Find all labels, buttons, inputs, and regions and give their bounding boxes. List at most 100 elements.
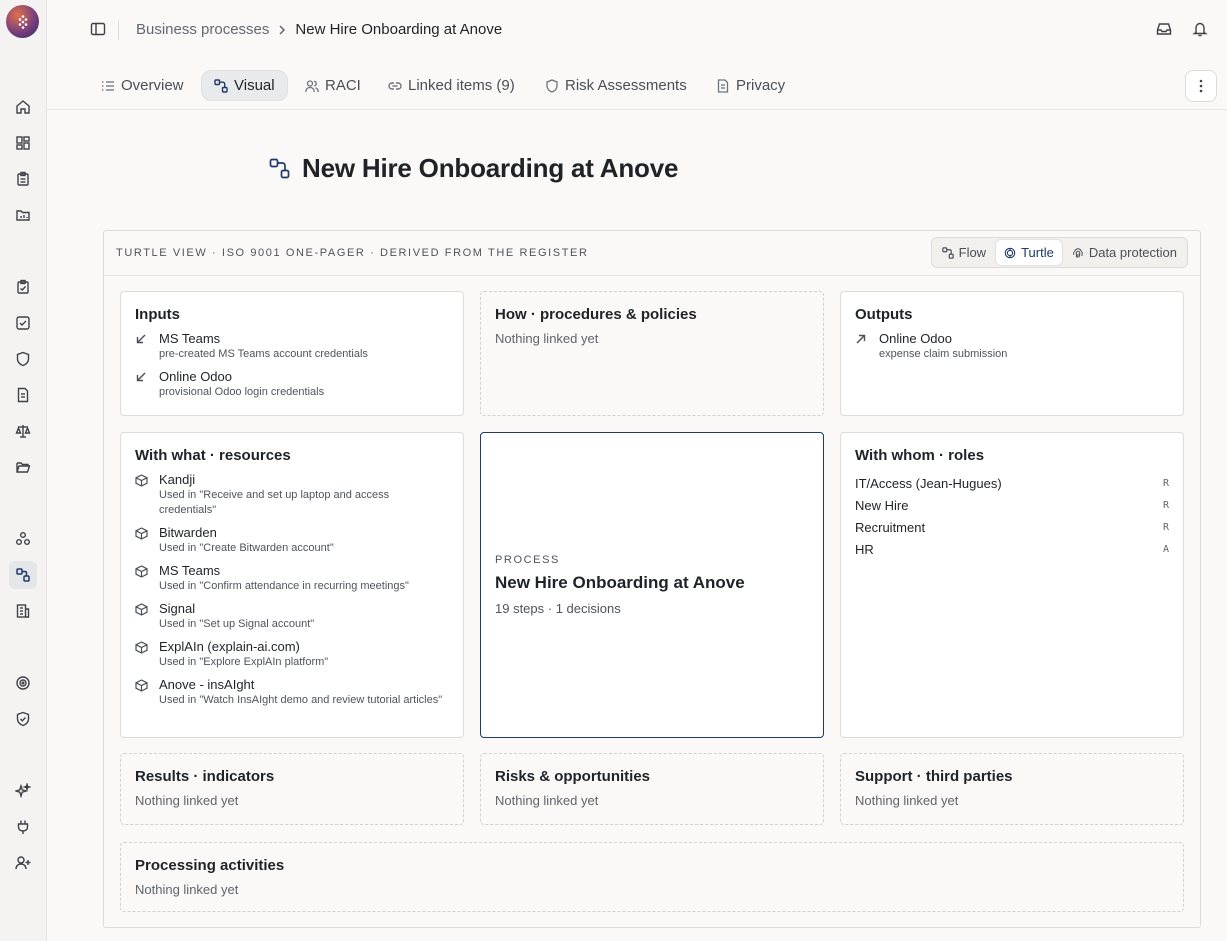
tab-label: RACI	[325, 77, 361, 94]
plug-icon[interactable]	[9, 813, 37, 841]
document-icon[interactable]	[9, 381, 37, 409]
list-icon	[102, 80, 114, 91]
item-name: MS Teams	[159, 563, 221, 578]
tab-privacy[interactable]: Privacy	[704, 70, 797, 101]
role-row[interactable]: HR A	[855, 538, 1169, 560]
item-desc: Used in "Create Bitwarden account"	[159, 542, 334, 554]
card-title: Processing activities	[135, 857, 285, 874]
empty-state: Nothing linked yet	[495, 793, 599, 808]
shield-icon[interactable]	[9, 345, 37, 373]
roles-card: With whom · roles IT/Access (Jean-Hugues…	[840, 432, 1184, 738]
item-desc: Used in "Explore ExplAIn platform"	[159, 656, 329, 668]
role-name: New Hire	[855, 497, 909, 513]
list-item[interactable]: MS Teams Used in "Confirm attendance in r…	[135, 563, 449, 594]
arrow-down-left-icon	[135, 331, 149, 362]
left-rail	[0, 0, 47, 941]
cube-icon	[135, 525, 149, 556]
home-icon[interactable]	[9, 93, 37, 121]
role-row[interactable]: New Hire R	[855, 494, 1169, 516]
clipboard-check-icon[interactable]	[9, 273, 37, 301]
role-name: IT/Access (Jean-Hugues)	[855, 475, 1002, 491]
folder-chart-icon[interactable]	[9, 201, 37, 229]
tab-visual[interactable]: Visual	[201, 70, 288, 101]
tab-raci[interactable]: RACI	[293, 70, 373, 101]
list-item[interactable]: Signal Used in "Set up Signal account"	[135, 601, 449, 632]
process-flow-icon	[269, 158, 290, 179]
link-icon	[388, 81, 402, 90]
tab-label: Overview	[121, 77, 184, 94]
tab-label: Risk Assessments	[565, 77, 687, 94]
list-item[interactable]: MS Teams pre-created MS Teams account cr…	[135, 331, 449, 362]
item-name: Bitwarden	[159, 525, 217, 540]
target-icon[interactable]	[9, 669, 37, 697]
view-flow-label: Flow	[958, 245, 987, 260]
building-icon[interactable]	[9, 597, 37, 625]
view-data-protection-label: Data protection	[1088, 245, 1177, 260]
more-options-button[interactable]	[1185, 70, 1217, 102]
card-title: Risks & opportunities	[495, 768, 651, 785]
breadcrumb-current: New Hire Onboarding at Anove	[295, 21, 503, 38]
cube-icon	[135, 472, 149, 518]
process-flow-icon[interactable]	[9, 561, 37, 589]
list-item[interactable]: Bitwarden Used in "Create Bitwarden accou…	[135, 525, 449, 556]
list-item[interactable]: Kandji Used in "Receive and set up laptop…	[135, 472, 449, 518]
turtle-panel: TURTLE VIEW · ISO 9001 ONE-PAGER · DERIV…	[103, 230, 1201, 928]
item-desc: Used in "Watch InsAIght demo and review …	[159, 694, 443, 706]
resources-card: With what · resources Kandji Used in "Rec…	[120, 432, 464, 738]
process-label: PROCESS	[495, 554, 560, 566]
role-row[interactable]: IT/Access (Jean-Hugues) R	[855, 472, 1169, 494]
card-title: With what · resources	[135, 447, 291, 464]
processing-activities-card: Processing activities Nothing linked yet	[120, 842, 1184, 912]
checkbox-icon[interactable]	[9, 309, 37, 337]
list-item[interactable]: ExplAIn (explain-ai.com) Used in "Explore…	[135, 639, 449, 670]
arrow-down-left-icon	[135, 369, 149, 400]
sparkles-icon[interactable]	[9, 777, 37, 805]
shield-check-icon[interactable]	[9, 705, 37, 733]
tab-overview[interactable]: Overview	[89, 70, 196, 101]
fingerprint-icon	[1072, 247, 1083, 258]
list-item[interactable]: Online Odoo provisional Odoo login crede…	[135, 369, 449, 400]
view-turtle-button[interactable]: Turtle	[996, 240, 1062, 265]
item-desc: provisional Odoo login credentials	[159, 386, 325, 398]
outputs-card: Outputs Online Odoo expense claim submis…	[840, 291, 1184, 416]
panel-caption: TURTLE VIEW · ISO 9001 ONE-PAGER · DERIV…	[116, 247, 589, 259]
item-name: Signal	[159, 601, 196, 616]
view-data-protection-button[interactable]: Data protection	[1064, 240, 1185, 265]
network-icon[interactable]	[9, 525, 37, 553]
clipboard-icon[interactable]	[9, 165, 37, 193]
folder-open-icon[interactable]	[9, 453, 37, 481]
top-bar: Business processes New Hire Onboarding a…	[47, 0, 1227, 60]
tab-label: Linked items (9)	[408, 77, 515, 94]
breadcrumb-parent-link[interactable]: Business processes	[136, 21, 269, 38]
empty-state: Nothing linked yet	[135, 882, 239, 897]
role-name: Recruitment	[855, 519, 926, 535]
kebab-icon	[1199, 79, 1203, 93]
how-card: How · procedures & policies Nothing link…	[480, 291, 824, 416]
raci-code: R	[1162, 499, 1169, 511]
sidebar-toggle-icon[interactable]	[90, 21, 106, 37]
list-item[interactable]: Online Odoo expense claim submission	[855, 331, 1169, 362]
view-flow-button[interactable]: Flow	[934, 240, 994, 265]
document-icon	[717, 78, 729, 93]
inbox-icon[interactable]	[1156, 21, 1174, 39]
results-card: Results · indicators Nothing linked yet	[120, 753, 464, 825]
bell-icon[interactable]	[1192, 21, 1210, 39]
user-plus-icon[interactable]	[9, 849, 37, 877]
app-logo-icon[interactable]	[6, 5, 39, 38]
breadcrumb: Business processes New Hire Onboarding a…	[136, 21, 502, 38]
item-desc: Used in "Set up Signal account"	[159, 618, 315, 630]
tab-linked-items[interactable]: Linked items (9)	[376, 70, 527, 101]
turtle-icon	[1004, 247, 1016, 258]
process-card[interactable]: PROCESS New Hire Onboarding at Anove 19 …	[480, 432, 824, 738]
process-meta: 19 steps · 1 decisions	[495, 601, 621, 616]
item-name: Online Odoo	[159, 369, 232, 384]
item-name: Kandji	[159, 472, 196, 487]
tab-label: Privacy	[736, 77, 786, 94]
dashboard-icon[interactable]	[9, 129, 37, 157]
list-item[interactable]: Anove - insAIght Used in "Watch InsAIght …	[135, 677, 449, 708]
panel-header: TURTLE VIEW · ISO 9001 ONE-PAGER · DERIV…	[104, 231, 1200, 276]
role-row[interactable]: Recruitment R	[855, 516, 1169, 538]
scales-icon[interactable]	[9, 417, 37, 445]
tab-risk-assessments[interactable]: Risk Assessments	[533, 70, 699, 101]
tab-bar: Overview Visual RACI Linked items (9) Ri…	[47, 70, 1227, 110]
